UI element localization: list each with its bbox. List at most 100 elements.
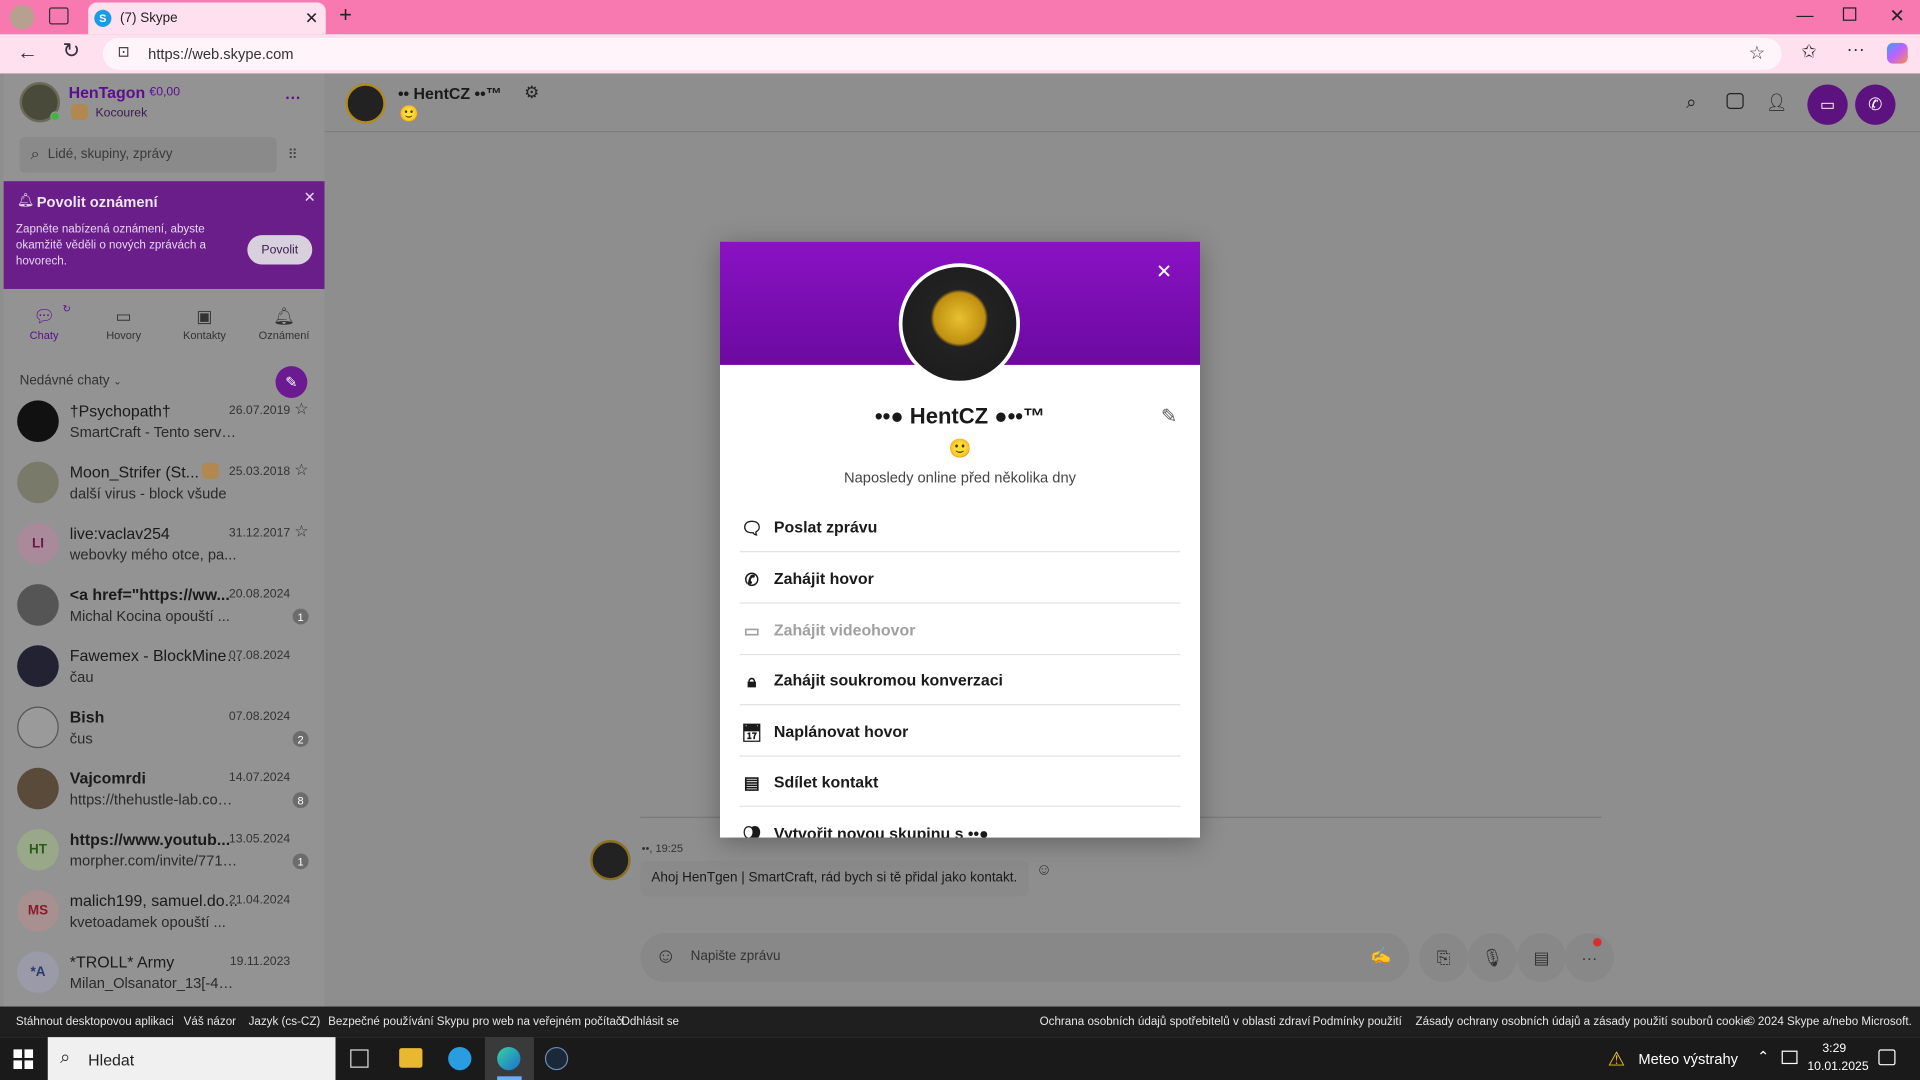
favorite-star-icon[interactable]: ☆ [1749,42,1765,64]
chat-list-item[interactable]: HT https://www.youtub... 13.05.2024 morp… [4,823,325,884]
task-view-icon[interactable] [350,1049,369,1068]
profile-mood[interactable]: Kocourek [96,107,148,120]
microphone-icon[interactable]: 🎙︎ [1468,933,1518,983]
tab-close-icon[interactable]: ✕ [305,9,318,29]
recent-chats-label[interactable]: Nedávné chaty ⌄ [20,373,122,388]
conversation-title[interactable]: •• HentCZ ••™ [398,84,502,102]
message-bubble[interactable]: Ahoj HenTgen | SmartCraft, rád bych si t… [640,860,1029,897]
send-message-action[interactable]: 🗨︎ Poslat zprávu [739,502,1181,553]
chat-list-item[interactable]: Moon_Strifer (St... 25.03.2018 ☆ další v… [4,456,325,517]
chat-list-item[interactable]: Vajcomrdi 14.07.2024 https://thehustle-l… [4,762,325,823]
favorites-icon[interactable]: ✩ [1801,40,1816,63]
taskbar-search-input[interactable]: Hledat [88,1051,134,1069]
profile-avatar-icon[interactable] [9,4,35,30]
address-bar[interactable]: ⊡ https://web.skype.com ☆ [102,37,1782,70]
profile-balance[interactable]: €0,00 [149,86,180,99]
notification-center-icon[interactable] [1878,1049,1896,1066]
banner-close-icon[interactable]: ✕ [304,189,316,206]
mood-emoji-icon: 🙂 [399,104,420,123]
tab-actions-icon[interactable] [48,7,69,25]
add-participant-icon[interactable]: 👤︎ [1766,92,1788,113]
start-video-call-action[interactable]: ▭ Zahájit videohovor [739,605,1181,656]
footer-link-download[interactable]: Stáhnout desktopovou aplikaci [16,1015,174,1028]
chat-list-item[interactable]: *A *TROLL* Army 19.11.2023 Milan_Olsanat… [4,945,325,1006]
contact-avatar-large[interactable] [898,263,1021,385]
windows-start-icon[interactable] [13,1049,34,1069]
footer-link-safe-use[interactable]: Bezpečné používání Skypu pro web na veře… [328,1015,624,1028]
minimize-icon[interactable]: — [1796,5,1813,25]
chat-list-item[interactable]: †Psychopath† 26.07.2019 ☆ SmartCraft - T… [4,394,325,455]
notification-banner: 🔔︎ Povolit oznámení ✕ Zapněte nabízená o… [3,181,325,289]
refresh-icon[interactable]: ↻ [62,39,79,63]
taskbar-search[interactable]: ⌕ Hledat [47,1037,336,1080]
favorite-star-icon[interactable]: ☆ [294,399,308,419]
format-text-icon[interactable]: ✍ [1370,945,1391,966]
contact-avatar[interactable] [345,83,386,124]
chat-avatar [17,461,59,504]
allow-notifications-button[interactable]: Povolit [247,235,313,265]
tab-title: (7) Skype [120,11,178,26]
react-emoji-icon[interactable]: ☺ [1036,860,1052,878]
steam-icon[interactable] [544,1046,569,1071]
conversation-header [324,73,1920,133]
nav-calls[interactable]: ▭ Hovory [89,306,158,342]
message-input[interactable]: Napište zprávu [691,949,781,964]
browser-tab[interactable]: S (7) Skype ✕ [88,2,326,35]
video-call-button[interactable]: ▭ [1807,84,1848,125]
dialpad-icon[interactable]: ⠿ [288,147,298,163]
back-icon[interactable]: ← [17,40,38,64]
chat-list-item[interactable]: Fawemex - BlockMine ... 07.08.2024 čau [4,639,325,700]
create-group-action[interactable]: 👥︎ Vytvořit novou skupinu s ••● [740,808,1181,837]
settings-more-icon[interactable]: ··· [1847,39,1865,60]
gallery-icon[interactable] [1726,93,1744,109]
favorite-star-icon[interactable]: ☆ [294,522,308,542]
gear-icon[interactable]: ⚙ [524,82,539,103]
chat-list-item[interactable]: Bish 07.08.2024 čus 2 [4,700,325,761]
edit-pencil-icon[interactable]: ✎ [1161,404,1177,428]
chevron-up-icon[interactable]: ⌃ [1757,1048,1769,1065]
nav-contacts[interactable]: ▣ Kontakty [170,306,239,342]
clock-date[interactable]: 10.01.2025 [1807,1060,1868,1073]
file-share-icon[interactable]: ⎘ [1419,933,1469,983]
new-tab-button[interactable]: + [339,2,352,28]
start-call-action[interactable]: ✆ Zahájit hovor [739,553,1181,604]
footer-link-terms[interactable]: Podmínky použití [1313,1015,1402,1028]
more-options-button[interactable]: ··· [285,88,301,106]
footer-link-feedback[interactable]: Váš názor [184,1015,236,1028]
emoji-icon[interactable]: ☺ [655,944,676,968]
chat-avatar: HT [17,828,59,871]
clock-time[interactable]: 3:29 [1807,1042,1861,1055]
start-private-conversation-action[interactable]: 🔒︎ Zahájit soukromou konverzaci [739,655,1181,706]
profile-name[interactable]: HenTagon [69,83,146,101]
contact-card-icon[interactable]: ▤ [1517,933,1567,983]
site-info-icon[interactable]: ⊡ [118,43,130,60]
chat-list-item[interactable]: LI live:vaclav254 31.12.2017 ☆ webovky m… [4,517,325,578]
footer-link-health-privacy[interactable]: Ochrana osobních údajů spotřebitelů v ob… [1040,1015,1311,1028]
nav-notifications[interactable]: 🔔︎ Oznámení [250,306,319,342]
audio-call-button[interactable]: ✆ [1855,84,1896,125]
share-contact-action[interactable]: ▤ Sdílet kontakt [739,757,1181,807]
file-explorer-icon[interactable] [399,1048,423,1068]
search-box[interactable]: ⌕ Lidé, skupiny, zprávy [19,137,277,173]
more-actions-icon[interactable]: ··· [1564,933,1614,983]
search-input[interactable]: Lidé, skupiny, zprávy [48,147,173,162]
favorite-star-icon[interactable]: ☆ [294,460,308,480]
weather-alert[interactable]: Meteo výstrahy [1638,1051,1738,1068]
copilot-icon[interactable] [1886,42,1908,64]
restore-icon[interactable] [1842,7,1857,21]
footer-link-privacy-cookies[interactable]: Zásady ochrany osobních údajů a zásady p… [1416,1015,1750,1028]
new-chat-button[interactable]: ✎ [275,366,308,398]
footer-link-sign-out[interactable]: Odhlásit se [621,1015,679,1028]
active-indicator [497,1076,522,1080]
window-close-icon[interactable]: ✕ [1889,5,1904,27]
app-icon[interactable] [448,1046,472,1071]
edge-taskbar-item[interactable] [484,1037,534,1080]
chat-list-item[interactable]: <a href="https://ww... 20.08.2024 Michal… [4,578,325,639]
footer-link-language[interactable]: Jazyk (cs-CZ) [249,1015,321,1028]
chat-list-item[interactable]: MS malich199, samuel.do... 21.04.2024 kv… [4,884,325,945]
network-icon[interactable] [1781,1050,1798,1065]
compose-box[interactable]: ☺ Napište zprávu ✍ [640,933,1410,983]
search-icon[interactable]: ⌕ [1686,92,1696,113]
dialog-close-icon[interactable]: ✕ [1156,260,1172,284]
schedule-call-action[interactable]: 📅︎ Naplánovat hovor [739,707,1181,757]
